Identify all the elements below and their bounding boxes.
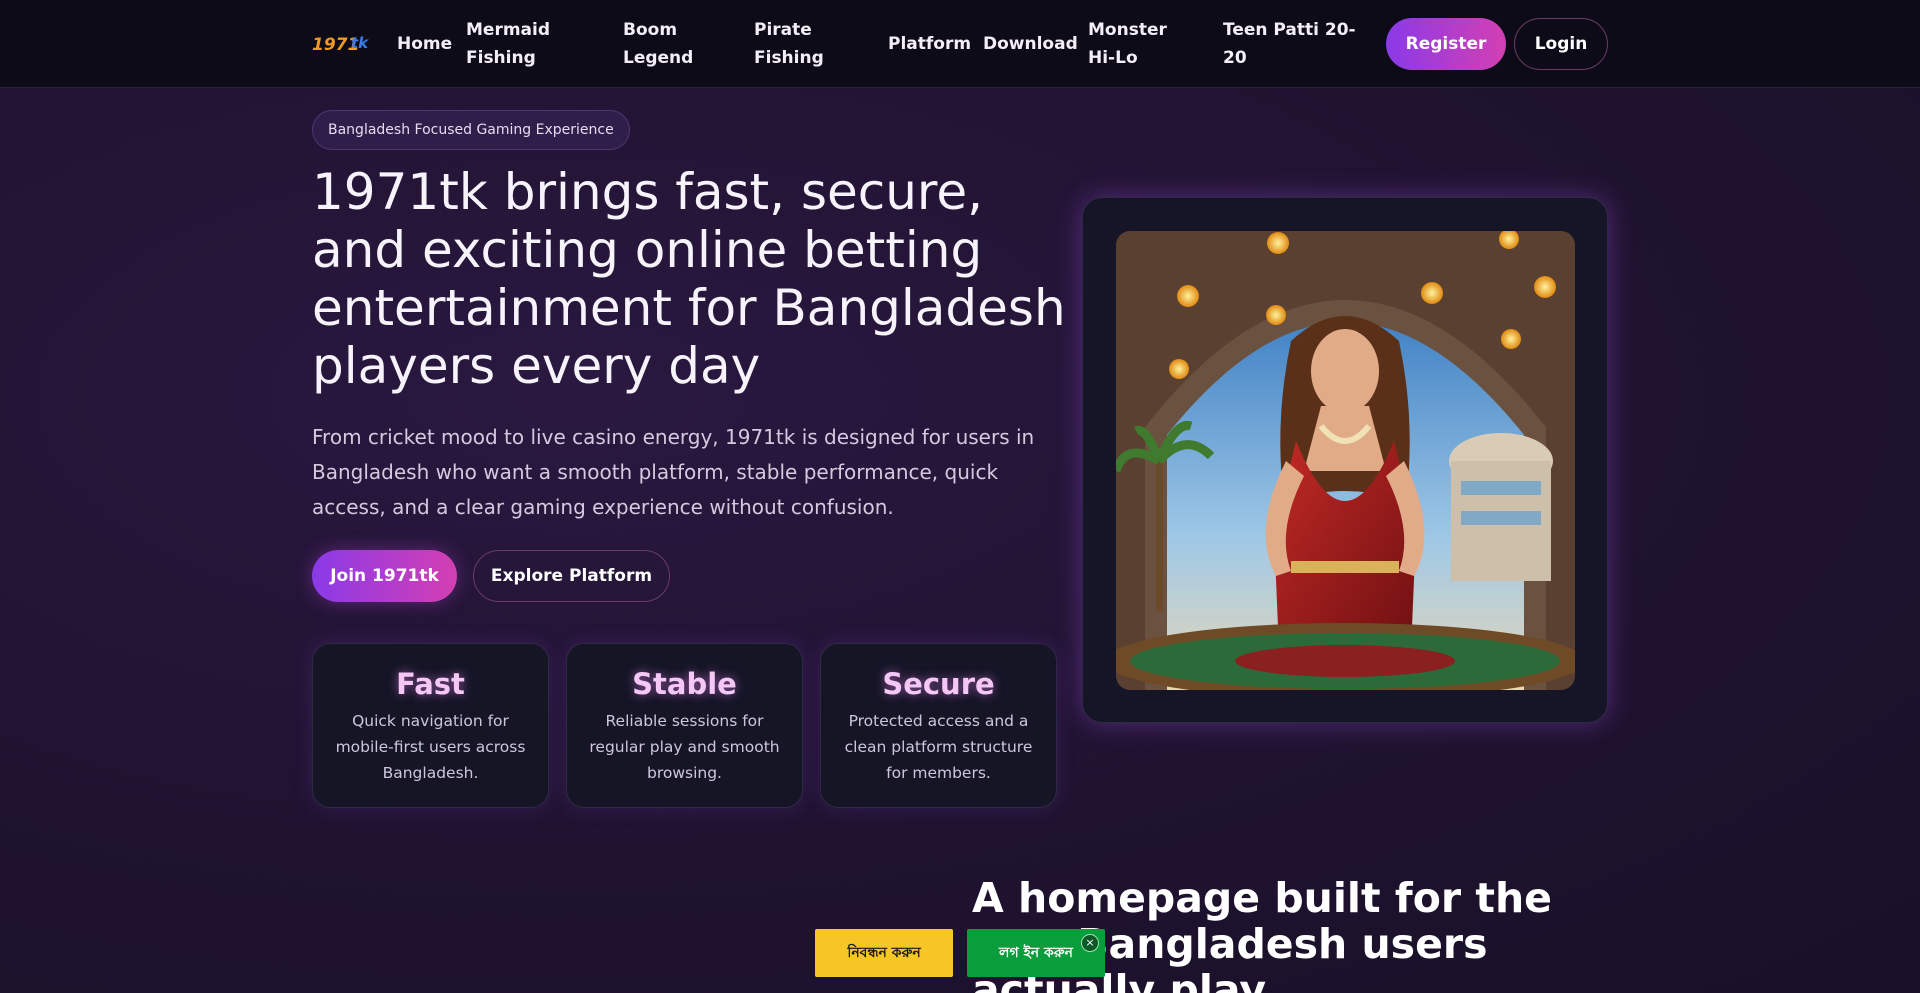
casino-hostess-illustration: [1116, 231, 1575, 690]
nav-pirate-fishing[interactable]: Pirate Fishing: [754, 16, 854, 72]
hero-badge: Bangladesh Focused Gaming Experience: [312, 110, 630, 150]
feature-title: Stable: [632, 667, 737, 701]
feature-text: Protected access and a clean platform st…: [844, 712, 1033, 782]
feature-card-stable: Stable Reliable sessions for regular pla…: [566, 643, 803, 808]
register-button[interactable]: Register: [1386, 18, 1506, 70]
nav-teen-patti[interactable]: Teen Patti 20-20: [1223, 16, 1363, 72]
nav-boom-legend[interactable]: Boom Legend: [623, 16, 723, 72]
site-logo[interactable]: 1971 tk: [312, 30, 374, 56]
hero-image: [1116, 231, 1575, 690]
sticky-register-button[interactable]: নিবন্ধন করুন: [815, 929, 953, 977]
nav-monster-hi-lo[interactable]: Monster Hi-Lo: [1088, 16, 1198, 72]
hero-image-card: [1082, 197, 1608, 723]
svg-text:tk: tk: [351, 34, 369, 52]
nav-home[interactable]: Home: [397, 30, 452, 58]
hero-description: From cricket mood to live casino energy,…: [312, 425, 1035, 519]
close-icon[interactable]: ×: [1081, 934, 1099, 952]
feature-card-fast: Fast Quick navigation for mobile-first u…: [312, 643, 549, 808]
feature-text: Quick navigation for mobile-first users …: [335, 712, 526, 782]
feature-title: Secure: [882, 667, 995, 701]
explore-platform-button[interactable]: Explore Platform: [473, 550, 670, 602]
feature-card-secure: Secure Protected access and a clean plat…: [820, 643, 1057, 808]
top-navbar: 1971 tk Home Mermaid Fishing Boom Legend…: [0, 0, 1920, 88]
feature-text: Reliable sessions for regular play and s…: [589, 712, 780, 782]
join-button[interactable]: Join 1971tk: [312, 550, 457, 602]
nav-download[interactable]: Download: [983, 30, 1078, 58]
logo-icon: 1971 tk: [312, 34, 369, 55]
login-button[interactable]: Login: [1514, 18, 1608, 70]
nav-platform[interactable]: Platform: [888, 30, 971, 58]
feature-title: Fast: [396, 667, 465, 701]
nav-mermaid-fishing[interactable]: Mermaid Fishing: [466, 16, 586, 72]
hero-title: 1971tk brings fast, secure, and exciting…: [312, 163, 1066, 395]
